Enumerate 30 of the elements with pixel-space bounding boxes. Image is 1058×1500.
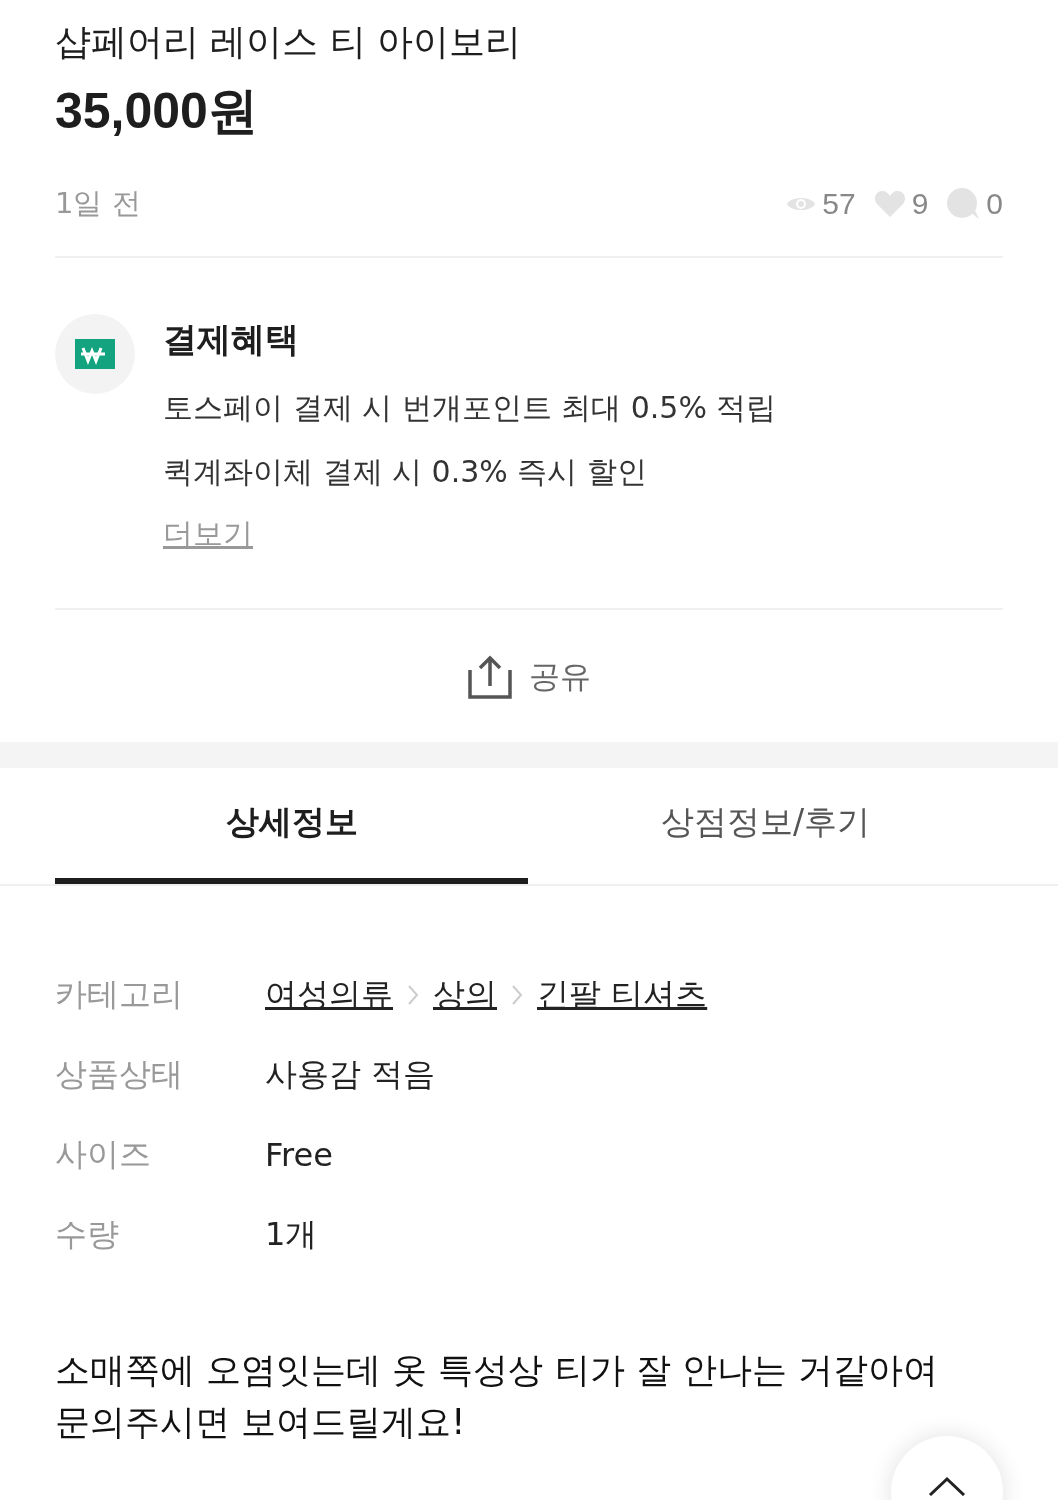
spec-label: 사이즈 xyxy=(55,1134,152,1175)
caret-up-icon xyxy=(927,1476,967,1496)
chat-count: 0 xyxy=(986,187,1003,221)
category-link[interactable]: 긴팔 티셔츠 xyxy=(537,973,708,1017)
category-link[interactable]: 상의 xyxy=(433,973,497,1017)
chat-bubble-icon xyxy=(946,188,981,220)
share-icon xyxy=(467,654,513,700)
tab[interactable]: 상점정보/후기 xyxy=(528,768,1003,884)
posted-time: 1일 전 xyxy=(55,185,141,222)
share-button[interactable]: 공유 xyxy=(467,654,591,700)
spec-value: Free xyxy=(265,1136,333,1174)
view-count: 57 xyxy=(822,187,856,221)
benefit-text: 퀵계좌이체 결제 시 0.3% 즉시 할인 xyxy=(163,453,648,491)
category-link[interactable]: 여성의류 xyxy=(265,973,393,1017)
benefit-title: 결제혜택 xyxy=(163,318,300,361)
like-count: 9 xyxy=(911,187,929,221)
description-text: 소매쪽에 오염잇는데 옷 특성상 티가 잘 안나는 거같아여 문의주시면 보여드릴게요! xyxy=(54,1349,939,1444)
heart-icon xyxy=(873,190,906,218)
spec-label: 카테고리 xyxy=(55,974,184,1015)
benefit-text: 토스페이 결제 시 번개포인트 최대 0.5% 적립 xyxy=(163,389,777,427)
spec-label: 수량 xyxy=(55,1214,120,1255)
product-price: 35,000원 xyxy=(55,82,259,141)
spec-value: 1개 xyxy=(265,1214,318,1255)
spec-label: 상품상태 xyxy=(55,1054,184,1095)
tab[interactable]: 상세정보 xyxy=(55,768,528,884)
won-icon xyxy=(75,339,115,369)
spec-value: 사용감 적음 xyxy=(265,1054,436,1095)
chevron-icon xyxy=(511,984,523,1006)
chevron-icon xyxy=(407,984,419,1006)
product-title: 샵페어리 레이스 티 아이보리 xyxy=(55,20,523,64)
